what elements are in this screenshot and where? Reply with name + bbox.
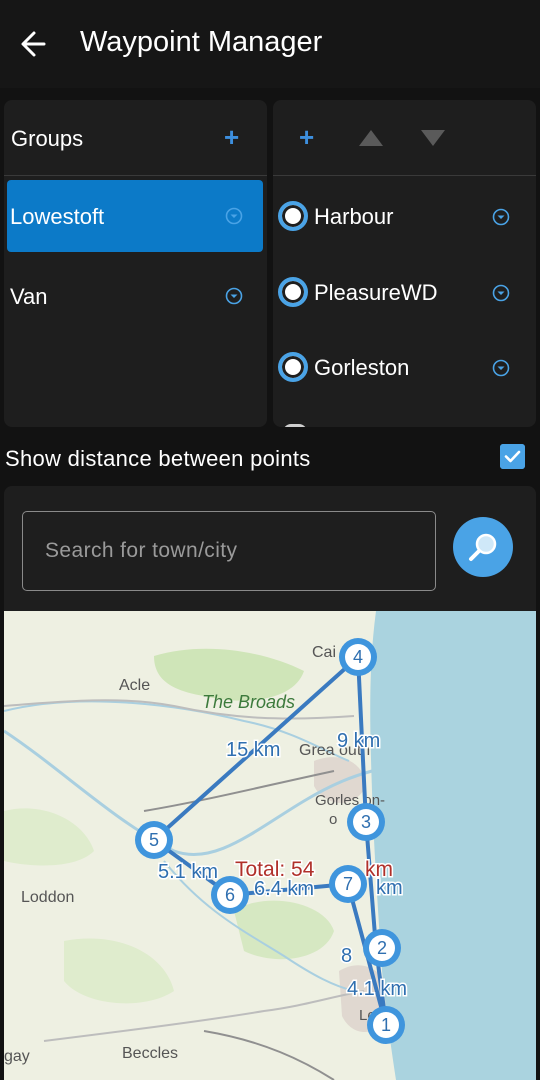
map-marker-4[interactable]: 4 bbox=[339, 638, 377, 676]
page-title: Waypoint Manager bbox=[80, 26, 323, 58]
distance-label: 5.1 km bbox=[158, 861, 218, 883]
show-distance-label: Show distance between points bbox=[5, 446, 311, 471]
waypoint-item-pleasurewd[interactable]: PleasureWD bbox=[273, 254, 536, 330]
chevron-down-icon[interactable] bbox=[492, 359, 510, 377]
waypoint-radio[interactable] bbox=[278, 277, 308, 307]
distance-label: 9 km bbox=[337, 730, 380, 752]
chevron-down-icon[interactable] bbox=[492, 284, 510, 302]
waypoint-label: PleasureWD bbox=[314, 280, 438, 305]
distance-label: 6.4 km bbox=[254, 878, 314, 900]
distance-label: 4.1 km bbox=[347, 978, 407, 1000]
map-panel: Cai n Acle The Broads Grea outh Gorles o… bbox=[4, 486, 536, 1080]
map-place-label: o bbox=[329, 811, 337, 828]
total-distance-suffix: km bbox=[365, 858, 393, 881]
groups-label: Groups bbox=[11, 126, 84, 151]
group-item-label: Lowestoft bbox=[10, 204, 105, 229]
marker-number: 3 bbox=[361, 812, 371, 832]
group-item-label: Van bbox=[10, 284, 48, 309]
group-item-lowestoft[interactable]: Lowestoft bbox=[7, 180, 263, 252]
marker-number: 4 bbox=[353, 647, 363, 667]
waypoint-item-gorleston[interactable]: Gorleston bbox=[273, 329, 536, 405]
map-marker-6[interactable]: 6 bbox=[211, 876, 249, 914]
marker-number: 1 bbox=[381, 1015, 391, 1035]
add-group-button[interactable]: + bbox=[224, 122, 239, 153]
groups-header: Groups + bbox=[4, 100, 267, 176]
total-distance-label: Total: 54 bbox=[235, 858, 315, 881]
app-bar: Waypoint Manager bbox=[0, 0, 540, 88]
show-distance-row: Show distance between points bbox=[0, 438, 540, 478]
chevron-down-icon[interactable] bbox=[225, 287, 243, 305]
waypoints-panel: + Harbour PleasureWD Gorleston bbox=[273, 100, 536, 427]
groups-panel: Groups + Lowestoft Van bbox=[4, 100, 267, 427]
search-input[interactable] bbox=[22, 511, 436, 591]
marker-number: 2 bbox=[377, 938, 387, 958]
marker-number: 7 bbox=[343, 874, 353, 894]
map-place-label: gay bbox=[4, 1048, 30, 1065]
map-marker-7[interactable]: 7 bbox=[329, 865, 367, 903]
map-view[interactable]: Cai n Acle The Broads Grea outh Gorles o… bbox=[4, 611, 536, 1080]
map-place-label: The Broads bbox=[202, 692, 295, 712]
waypoint-label: Harbour bbox=[314, 204, 394, 229]
distance-label: 15 km bbox=[226, 739, 280, 761]
map-place-label: Beccles bbox=[122, 1045, 178, 1062]
waypoint-radio[interactable] bbox=[278, 201, 308, 231]
chevron-down-icon[interactable] bbox=[492, 208, 510, 226]
marker-number: 6 bbox=[225, 885, 235, 905]
search-button[interactable] bbox=[453, 517, 513, 577]
map-canvas[interactable]: Cai n Acle The Broads Grea outh Gorles o… bbox=[4, 611, 536, 1080]
show-distance-checkbox[interactable] bbox=[500, 444, 525, 469]
map-marker-5[interactable]: 5 bbox=[135, 821, 173, 859]
chevron-down-icon[interactable] bbox=[225, 207, 243, 225]
back-arrow-icon[interactable] bbox=[14, 24, 54, 64]
marker-number: 5 bbox=[149, 830, 159, 850]
waypoint-label: Gorleston bbox=[314, 355, 410, 380]
map-place-label: Loddon bbox=[21, 889, 74, 906]
map-marker-2[interactable]: 2 bbox=[363, 929, 401, 967]
waypoint-item-partial bbox=[283, 424, 307, 427]
map-marker-3[interactable]: 3 bbox=[347, 803, 385, 841]
move-up-icon[interactable] bbox=[359, 130, 383, 146]
map-place-label: Acle bbox=[119, 677, 150, 694]
add-waypoint-button[interactable]: + bbox=[299, 122, 314, 153]
waypoint-radio[interactable] bbox=[278, 352, 308, 382]
map-marker-1[interactable]: 1 bbox=[367, 1006, 405, 1044]
waypoints-toolbar: + bbox=[273, 100, 536, 176]
move-down-icon[interactable] bbox=[421, 130, 445, 146]
distance-label: 8 bbox=[341, 945, 352, 967]
waypoint-item-harbour[interactable]: Harbour bbox=[273, 178, 536, 254]
search-icon bbox=[469, 533, 497, 561]
group-item-van[interactable]: Van bbox=[7, 260, 263, 332]
